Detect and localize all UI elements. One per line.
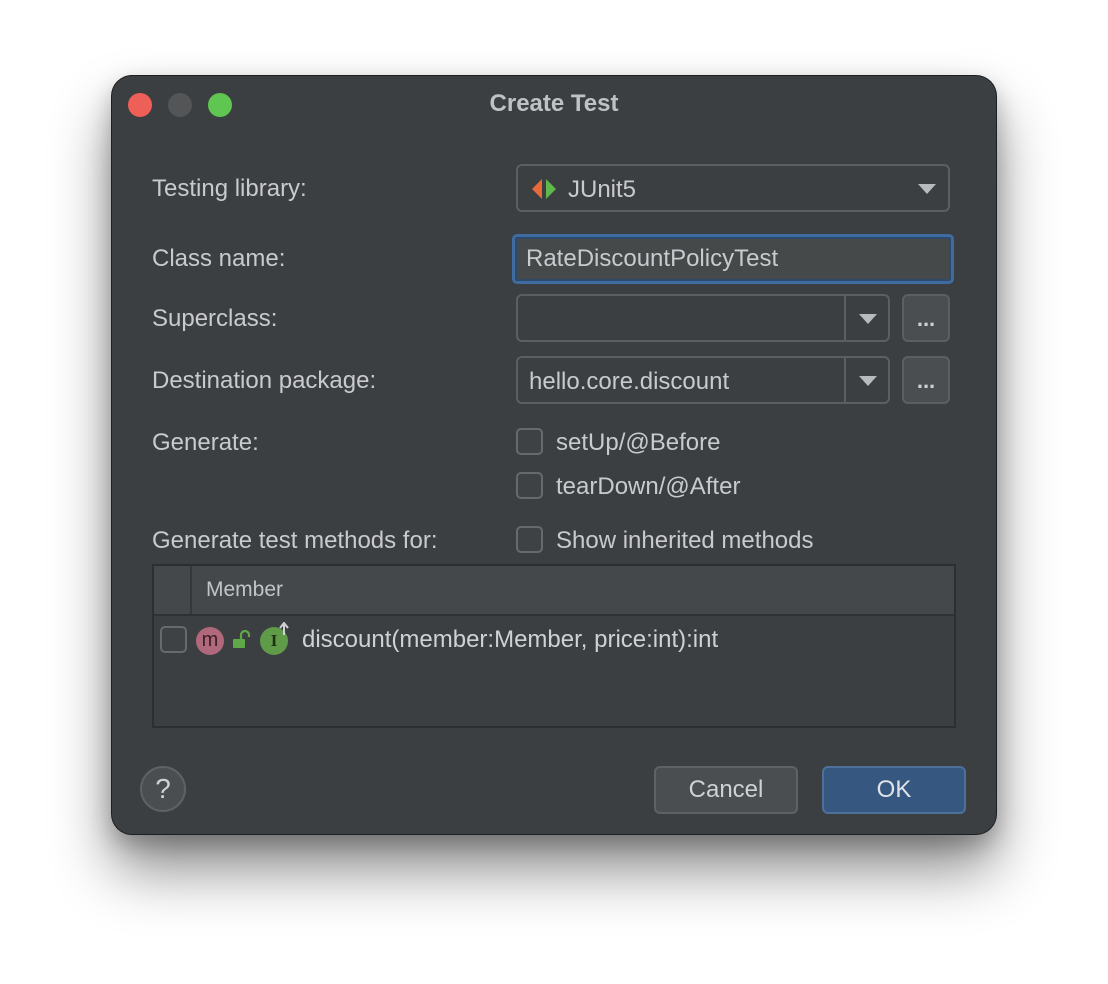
- table-header: Member: [154, 566, 954, 616]
- chevron-down-icon[interactable]: [859, 314, 877, 324]
- testing-library-value: JUnit5: [568, 176, 637, 203]
- cancel-button[interactable]: Cancel: [654, 766, 798, 814]
- generate-label: Generate:: [152, 429, 259, 456]
- ok-button[interactable]: OK: [822, 766, 966, 814]
- member-signature: discount(member:Member, price:int):int: [302, 626, 719, 653]
- show-inherited-label[interactable]: Show inherited methods: [556, 527, 813, 555]
- title-bar: Create Test: [112, 76, 996, 132]
- method-icon: m: [196, 627, 224, 655]
- teardown-option-label[interactable]: tearDown/@After: [556, 473, 740, 501]
- member-column-header[interactable]: Member: [206, 578, 283, 602]
- class-name-input[interactable]: RateDiscountPolicyTest: [512, 234, 954, 284]
- setup-option-label[interactable]: setUp/@Before: [556, 429, 720, 457]
- arrow-up-icon: [279, 622, 289, 635]
- testing-library-dropdown[interactable]: JUnit5: [516, 164, 950, 212]
- class-name-value: RateDiscountPolicyTest: [526, 245, 779, 272]
- destination-package-browse-button[interactable]: ...: [902, 356, 950, 404]
- destination-package-combo[interactable]: hello.core.discount: [516, 356, 890, 404]
- junit-icon: [532, 179, 556, 199]
- header-divider: [190, 566, 192, 614]
- table-row[interactable]: m I discount(member:Member, price:int):i…: [154, 616, 954, 666]
- chevron-down-icon: [918, 184, 936, 194]
- superclass-label: Superclass:: [152, 305, 278, 332]
- member-row-checkbox[interactable]: [160, 626, 187, 653]
- destination-package-label: Destination package:: [152, 367, 377, 394]
- unlocked-icon: [233, 630, 250, 648]
- superclass-combo[interactable]: [516, 294, 890, 342]
- testing-library-label: Testing library:: [152, 175, 307, 202]
- combo-divider: [844, 296, 846, 340]
- setup-checkbox[interactable]: [516, 428, 543, 455]
- create-test-dialog: Create Test Testing library: JUnit5 Clas…: [112, 76, 996, 834]
- class-name-label: Class name:: [152, 245, 286, 272]
- dialog-title: Create Test: [489, 90, 619, 117]
- help-button[interactable]: ?: [140, 766, 186, 812]
- teardown-checkbox[interactable]: [516, 472, 543, 499]
- superclass-browse-button[interactable]: ...: [902, 294, 950, 342]
- show-inherited-checkbox[interactable]: [516, 526, 543, 553]
- generate-methods-label: Generate test methods for:: [152, 527, 438, 554]
- members-table: Member m I discount(member:Member, price…: [152, 564, 956, 728]
- combo-divider: [844, 358, 846, 402]
- destination-package-value: hello.core.discount: [529, 368, 730, 395]
- chevron-down-icon[interactable]: [859, 376, 877, 386]
